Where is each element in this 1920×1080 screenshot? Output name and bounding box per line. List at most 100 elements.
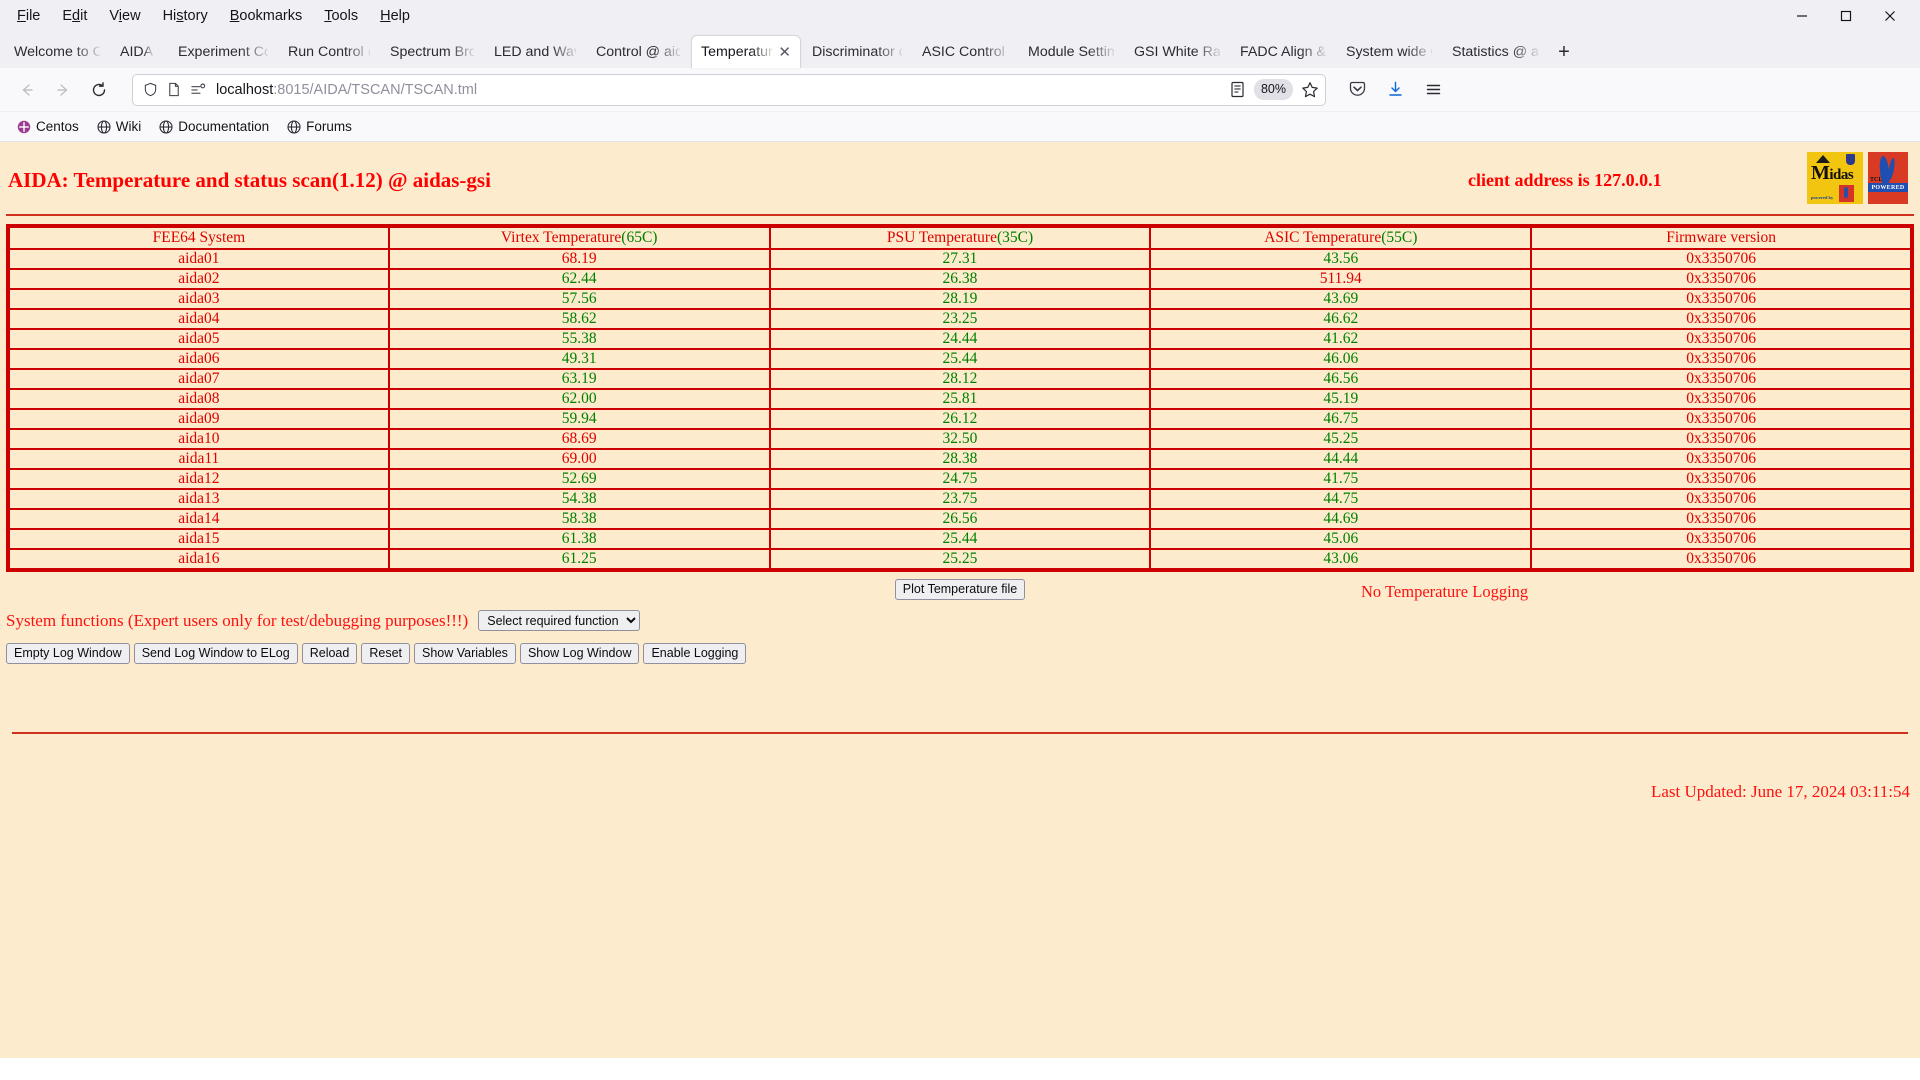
table-row: aida07 63.19 28.12 46.56 0x3350706 bbox=[7, 368, 1913, 390]
enable-logging-button[interactable]: Enable Logging bbox=[643, 643, 747, 664]
url-text[interactable]: localhost:8015/AIDA/TSCAN/TSCAN.tml bbox=[216, 82, 1221, 98]
tab-label: Temperature a bbox=[701, 44, 773, 60]
cell-virtex-temperature: 58.62 bbox=[387, 308, 771, 330]
zoom-level-indicator[interactable]: 80% bbox=[1253, 79, 1293, 100]
reset-button[interactable]: Reset bbox=[361, 643, 410, 664]
header-divider bbox=[6, 214, 1914, 216]
bookmark-documentation[interactable]: Documentation bbox=[152, 116, 276, 137]
reader-translate-icon bbox=[191, 83, 206, 94]
tab-label: AIDA bbox=[120, 43, 154, 60]
globe-icon bbox=[159, 119, 173, 134]
minimize-button[interactable] bbox=[1780, 1, 1824, 31]
cell-psu-temperature: 23.25 bbox=[768, 308, 1152, 330]
tab-2[interactable]: AIDA bbox=[111, 35, 167, 68]
header-title: FEE64 System bbox=[152, 229, 246, 246]
tab-label: Control @ aidas bbox=[596, 43, 680, 60]
tab-14[interactable]: System wide Che bbox=[1337, 35, 1441, 68]
header-title: Firmware version bbox=[1666, 229, 1776, 246]
table-header-cell: Virtex Temperature(65C) bbox=[387, 225, 771, 250]
cell-psu-temperature: 25.81 bbox=[768, 388, 1152, 410]
table-row: aida04 58.62 23.25 46.62 0x3350706 bbox=[7, 308, 1913, 330]
temperature-table: FEE64 System Virtex Temperature(65C) PSU T… bbox=[6, 224, 1914, 572]
tab-3[interactable]: Experiment Cont bbox=[169, 35, 277, 68]
cell-system: aida16 bbox=[7, 548, 390, 571]
tab-label: ASIC Control @ bbox=[922, 43, 1008, 60]
client-address-label: client address is 127.0.0.1 bbox=[1468, 170, 1662, 190]
cell-psu-temperature: 32.50 bbox=[768, 428, 1152, 450]
tab-7[interactable]: Control @ aidas bbox=[587, 35, 689, 68]
send-log-window-to-elog-button[interactable]: Send Log Window to ELog bbox=[133, 643, 298, 664]
bookmark-label: Centos bbox=[36, 119, 79, 134]
menu-edit[interactable]: Edit bbox=[51, 4, 98, 28]
tab-label: System wide Che bbox=[1346, 43, 1432, 60]
bookmark-centos[interactable]: Centos bbox=[10, 116, 86, 137]
cell-psu-temperature: 25.44 bbox=[768, 348, 1152, 370]
tab-6[interactable]: LED and Wavefo bbox=[485, 35, 585, 68]
tab-11[interactable]: Module Settings bbox=[1019, 35, 1123, 68]
cell-system: aida08 bbox=[7, 388, 390, 410]
tab-10[interactable]: ASIC Control @ bbox=[913, 35, 1017, 68]
save-to-pocket-button[interactable] bbox=[1340, 74, 1374, 106]
cell-psu-temperature: 25.44 bbox=[768, 528, 1152, 550]
maximize-button[interactable] bbox=[1824, 1, 1868, 31]
header-limit: (65C) bbox=[621, 229, 658, 246]
centos-icon bbox=[17, 120, 31, 134]
new-tab-button[interactable]: + bbox=[1548, 36, 1580, 68]
cell-virtex-temperature: 69.00 bbox=[387, 448, 771, 470]
tab-9[interactable]: Discriminator co bbox=[803, 35, 911, 68]
reload-button[interactable]: Reload bbox=[301, 643, 358, 664]
address-bar-actions: 80% bbox=[1229, 79, 1319, 100]
plot-row: Plot Temperature file No Temperature Log… bbox=[6, 572, 1914, 601]
tab-label: Welcome to Cen bbox=[14, 43, 100, 60]
minimize-icon bbox=[1797, 15, 1807, 17]
cell-system: aida14 bbox=[7, 508, 390, 530]
reload-button[interactable] bbox=[82, 74, 116, 106]
tab-1[interactable]: Welcome to Cen bbox=[5, 35, 109, 68]
menu-tools[interactable]: Tools bbox=[313, 4, 369, 28]
empty-log-window-button[interactable]: Empty Log Window bbox=[6, 643, 130, 664]
app-menu-button[interactable] bbox=[1416, 74, 1450, 106]
menu-history[interactable]: History bbox=[152, 4, 219, 28]
cell-firmware-version: 0x3350706 bbox=[1530, 428, 1913, 450]
cell-firmware-version: 0x3350706 bbox=[1530, 488, 1913, 510]
tab-8[interactable]: Temperature a ✕ bbox=[691, 35, 801, 68]
menu-view[interactable]: View bbox=[98, 4, 151, 28]
cell-firmware-version: 0x3350706 bbox=[1530, 528, 1913, 550]
cell-system: aida10 bbox=[7, 428, 390, 450]
cell-asic-temperature: 511.94 bbox=[1149, 268, 1533, 290]
downloads-button[interactable] bbox=[1378, 74, 1412, 106]
cell-psu-temperature: 24.75 bbox=[768, 468, 1152, 490]
close-button[interactable] bbox=[1868, 1, 1912, 31]
page-header: AIDA: Temperature and status scan(1.12) … bbox=[0, 142, 1920, 210]
bookmark-wiki[interactable]: Wiki bbox=[90, 116, 149, 137]
cell-asic-temperature: 43.69 bbox=[1149, 288, 1533, 310]
footer-divider bbox=[12, 732, 1908, 734]
bookmark-forums[interactable]: Forums bbox=[280, 116, 359, 137]
menu-bookmarks[interactable]: Bookmarks bbox=[219, 4, 314, 28]
tab-12[interactable]: GSI White Rabbi bbox=[1125, 35, 1229, 68]
address-bar[interactable]: localhost:8015/AIDA/TSCAN/TSCAN.tml 80% bbox=[132, 73, 1326, 106]
show-log-window-button[interactable]: Show Log Window bbox=[519, 643, 640, 664]
tab-4[interactable]: Run Control @ a bbox=[279, 35, 379, 68]
plot-temperature-file-button[interactable]: Plot Temperature file bbox=[894, 578, 1026, 600]
tab-label: Run Control @ a bbox=[288, 43, 370, 60]
tab-5[interactable]: Spectrum Brows bbox=[381, 35, 483, 68]
midas-logo-text: Midas bbox=[1811, 162, 1854, 184]
menu-help[interactable]: Help bbox=[369, 4, 421, 28]
tab-close-icon[interactable]: ✕ bbox=[778, 45, 791, 60]
url-host: localhost bbox=[216, 81, 274, 98]
system-function-select[interactable]: Select required function bbox=[478, 610, 641, 631]
tcl-powered-logo: TCL POWERED bbox=[1868, 152, 1908, 204]
url-path: :8015/AIDA/TSCAN/TSCAN.tml bbox=[273, 81, 478, 98]
menu-file[interactable]: File bbox=[6, 4, 51, 28]
back-button[interactable] bbox=[10, 74, 44, 106]
tab-13[interactable]: FADC Align & Co bbox=[1231, 35, 1335, 68]
tab-15[interactable]: Statistics @ aida bbox=[1443, 35, 1547, 68]
forward-button[interactable] bbox=[46, 74, 80, 106]
cell-firmware-version: 0x3350706 bbox=[1530, 408, 1913, 430]
last-updated-label: Last Updated: June 17, 2024 03:11:54 bbox=[1650, 782, 1910, 801]
show-variables-button[interactable]: Show Variables bbox=[414, 643, 516, 664]
cell-system: aida07 bbox=[7, 368, 390, 390]
cell-asic-temperature: 43.06 bbox=[1149, 548, 1533, 571]
cell-system: aida13 bbox=[7, 488, 390, 510]
